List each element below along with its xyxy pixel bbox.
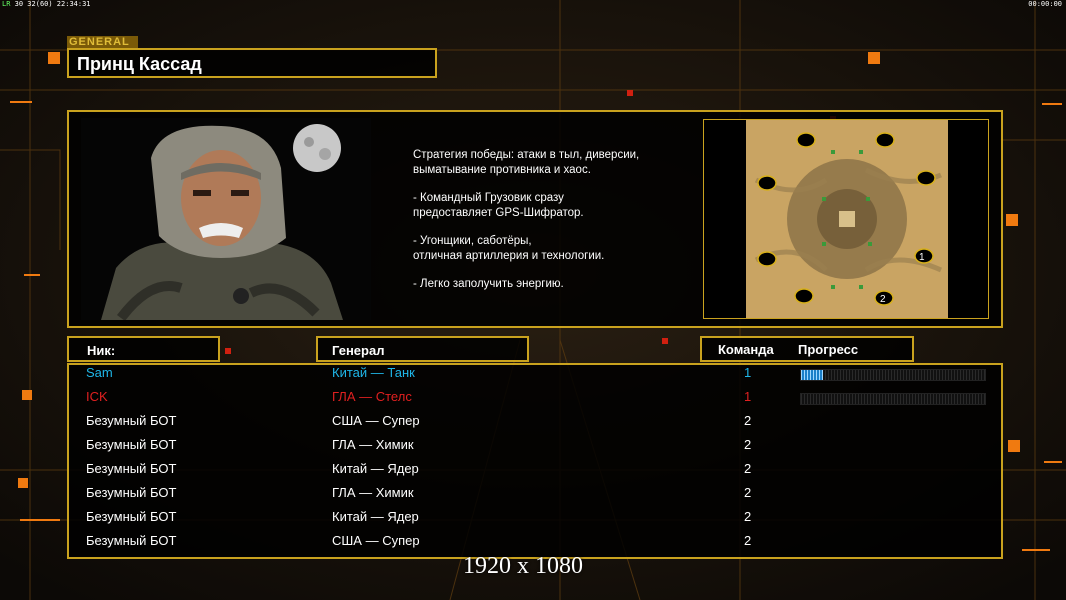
player-general: Китай — Ядер [332, 461, 419, 476]
progress-fill [801, 370, 824, 380]
fps-timer-readout: LR 30 32(60) 22:34:31 [2, 0, 91, 8]
column-header-team-progress-box: Команда Прогресс [700, 336, 914, 362]
player-general: Китай — Танк [332, 365, 415, 380]
player-nick: Безумный БОТ [86, 509, 177, 524]
general-description: Стратегия победы: атаки в тыл, диверсии,… [413, 148, 693, 305]
description-line: - Угонщики, саботёры, отличная артиллери… [413, 235, 605, 262]
player-general: США — Супер [332, 413, 420, 428]
player-team: 2 [744, 533, 752, 548]
player-team: 2 [744, 509, 752, 524]
progress-bar [800, 369, 986, 381]
player-team: 1 [744, 365, 752, 380]
game-clock: 00:00:00 [1028, 0, 1062, 8]
player-row: Безумный БОТ ГЛА — Химик 2 [0, 485, 1066, 509]
general-portrait [81, 118, 371, 320]
column-header-general-box: Генерал [316, 336, 529, 362]
start-marker: 1 [919, 252, 925, 263]
hud-stats: 30 32(60) 22:34:31 [14, 0, 91, 8]
hud-prefix: LR [2, 0, 11, 8]
player-nick: Безумный БОТ [86, 533, 177, 548]
player-nick: Безумный БОТ [86, 413, 177, 428]
player-nick: Безумный БОТ [86, 485, 177, 500]
player-nick: ICK [86, 389, 108, 404]
player-nick: Sam [86, 365, 113, 380]
player-row: Безумный БОТ ГЛА — Химик 2 [0, 437, 1066, 461]
column-header-team: Команда [718, 342, 774, 357]
player-team: 1 [744, 389, 752, 404]
map-preview: 1 2 [746, 120, 948, 318]
player-team: 2 [744, 485, 752, 500]
progress-bar [800, 393, 986, 405]
player-general: ГЛА — Химик [332, 485, 414, 500]
general-name-box: Принц Кассад [67, 48, 437, 78]
player-row: Безумный БОТ Китай — Ядер 2 [0, 461, 1066, 485]
player-nick: Безумный БОТ [86, 437, 177, 452]
player-row: ICK ГЛА — Стелс 1 [0, 389, 1066, 413]
player-team: 2 [744, 413, 752, 428]
column-header-nick: Ник: [87, 343, 116, 358]
player-general: США — Супер [332, 533, 420, 548]
player-general: ГЛА — Стелс [332, 389, 412, 404]
player-row: Безумный БОТ США — Супер 2 [0, 413, 1066, 437]
column-header-nick-box: Ник: [67, 336, 220, 362]
player-row: Безумный БОТ Китай — Ядер 2 [0, 509, 1066, 533]
player-general: Китай — Ядер [332, 509, 419, 524]
general-tag: GENERAL [67, 36, 138, 48]
player-team: 2 [744, 461, 752, 476]
player-general: ГЛА — Химик [332, 437, 414, 452]
resolution-overlay: 1920 x 1080 [463, 553, 583, 579]
player-nick: Безумный БОТ [86, 461, 177, 476]
column-header-progress: Прогресс [798, 342, 859, 357]
general-name: Принц Кассад [77, 54, 202, 74]
description-line: - Легко заполучить энергию. [413, 278, 564, 290]
player-team: 2 [744, 437, 752, 452]
column-header-general: Генерал [332, 343, 385, 358]
player-row: Sam Китай — Танк 1 [0, 365, 1066, 389]
description-line: - Командный Грузовик сразу предоставляет… [413, 192, 584, 219]
start-marker: 2 [880, 294, 886, 305]
description-line: Стратегия победы: атаки в тыл, диверсии,… [413, 149, 640, 176]
